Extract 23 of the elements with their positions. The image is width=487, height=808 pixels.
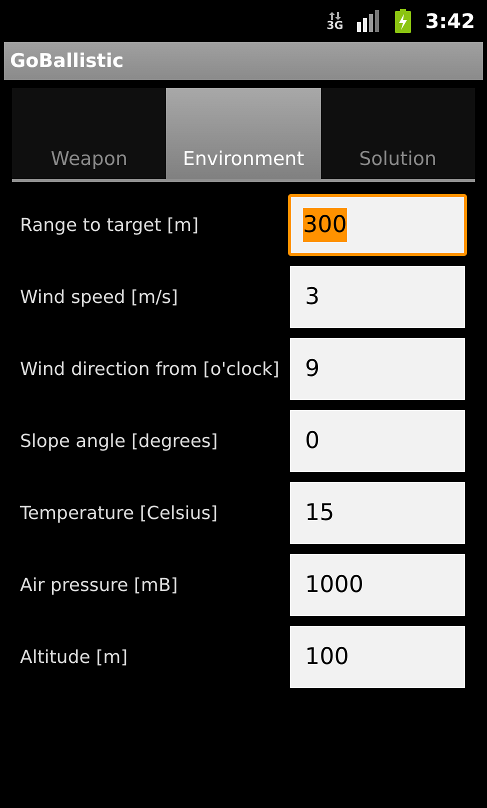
network-type-indicator: 3G (326, 20, 344, 30)
signal-icon (357, 10, 382, 32)
status-time: 3:42 (425, 8, 475, 35)
input-field[interactable]: 100 (290, 626, 465, 688)
field-label: Range to target [m] (20, 214, 200, 238)
field-label: Temperature [Celsius] (20, 502, 219, 526)
input-field[interactable]: 15 (290, 482, 465, 544)
field-label: Slope angle [degrees] (20, 430, 219, 454)
tab[interactable]: Solution (320, 88, 475, 182)
battery-charging-icon (395, 9, 412, 33)
data-arrows-icon (328, 12, 341, 20)
field-label: Altitude [m] (20, 646, 129, 670)
input-field[interactable]: 9 (290, 338, 465, 400)
field-label: Wind speed [m/s] (20, 286, 180, 310)
field-label: Wind direction from [o'clock] (20, 358, 280, 382)
input-field[interactable]: 3 (290, 266, 465, 328)
app-title: GoBallistic (10, 48, 124, 74)
tab[interactable]: Weapon (12, 88, 166, 182)
tab[interactable]: Environment (166, 88, 321, 182)
input-field[interactable]: 300 (288, 194, 467, 256)
input-field[interactable]: 1000 (290, 554, 465, 616)
input-field[interactable]: 0 (290, 410, 465, 472)
field-label: Air pressure [mB] (20, 574, 179, 598)
